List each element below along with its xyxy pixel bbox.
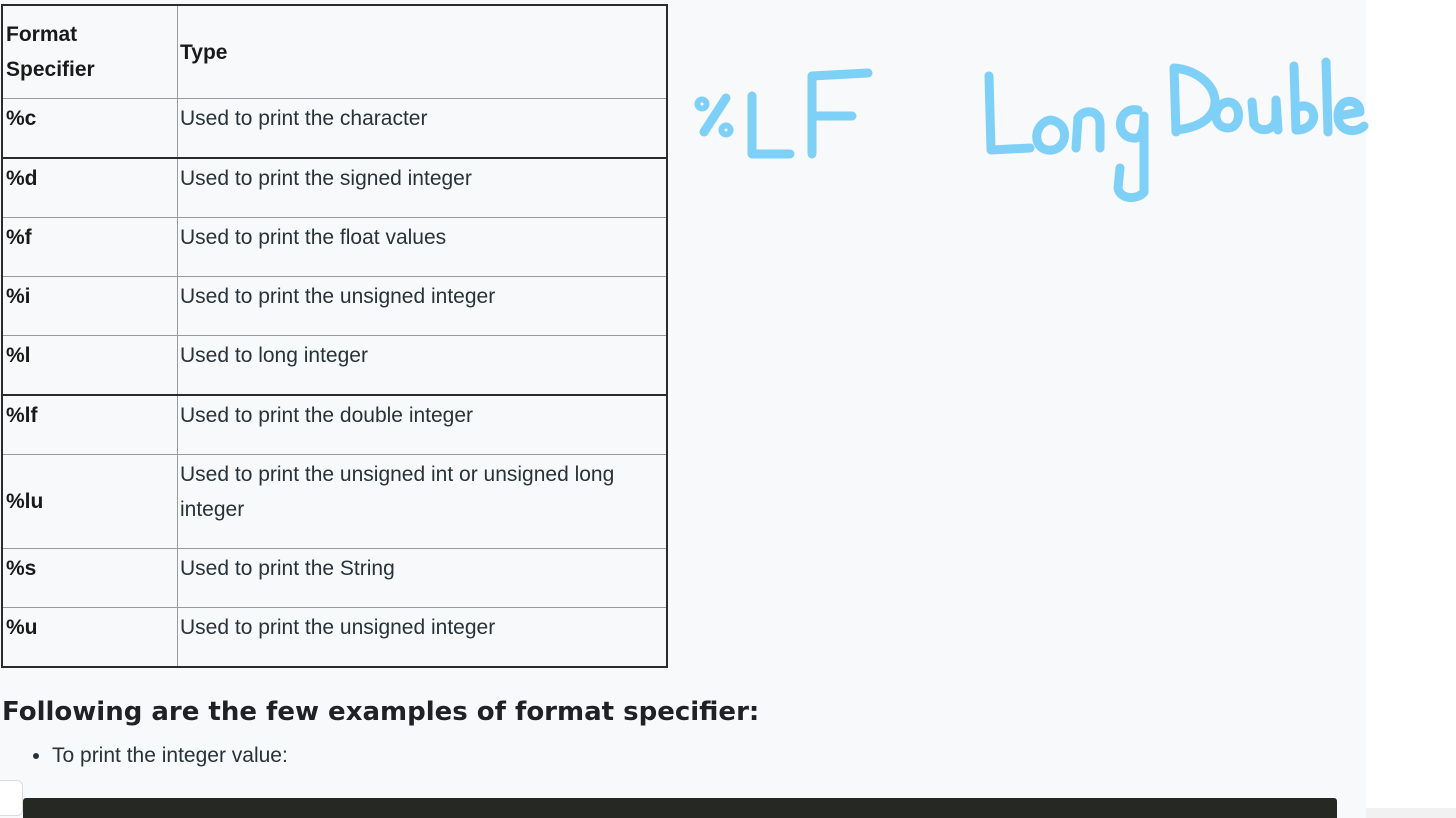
- letter-u: [1247, 95, 1283, 135]
- table-row: %lf Used to print the double integer: [1, 394, 668, 455]
- letter-o: [1032, 115, 1069, 155]
- letter-L-long: [984, 71, 1035, 155]
- table-header-row: Format Specifier Type: [1, 4, 668, 99]
- letter-F: [807, 68, 873, 159]
- type-cell: Used to print the double integer: [177, 394, 668, 455]
- type-cell: Used to print the character: [177, 98, 668, 159]
- list-item: To print the integer value:: [52, 744, 288, 768]
- spec-cell: %i: [1, 276, 178, 336]
- header-specifier-line: Specifier: [6, 58, 95, 81]
- spec-cell: %lf: [1, 394, 178, 455]
- header-format-line: Format: [6, 23, 78, 46]
- percent-dot-bottom: [718, 122, 734, 138]
- format-specifier-table: Format Specifier Type %c Used to print t…: [1, 4, 668, 668]
- letter-o-2: [1211, 97, 1243, 133]
- letter-L: [747, 91, 795, 159]
- letter-b: [1289, 61, 1319, 135]
- type-cell: Used to long integer: [177, 335, 668, 396]
- letter-e: [1333, 96, 1369, 136]
- examples-heading: Following are the few examples of format…: [2, 697, 760, 727]
- table-row: %f Used to print the float values: [1, 217, 668, 277]
- table-row: %u Used to print the unsigned integer: [1, 607, 668, 668]
- table-row: %lu Used to print the unsigned int or un…: [1, 454, 668, 549]
- code-block: [23, 798, 1337, 818]
- header-format-specifier: Format Specifier: [1, 4, 178, 99]
- letter-l: [1321, 57, 1333, 137]
- spec-cell: %s: [1, 548, 178, 608]
- type-cell: Used to print the float values: [177, 217, 668, 277]
- examples-list: To print the integer value:: [22, 744, 288, 768]
- percent-dot-top: [694, 96, 710, 112]
- table-row: %c Used to print the character: [1, 98, 668, 159]
- type-cell: Used to print the signed integer: [177, 157, 668, 218]
- scrollbar-track: [1366, 808, 1456, 818]
- handwriting-drawing: [694, 57, 1369, 202]
- type-cell: Used to print the unsigned integer: [177, 607, 668, 668]
- header-type: Type: [177, 4, 668, 99]
- letter-n: [1071, 107, 1105, 153]
- spec-cell: %f: [1, 217, 178, 277]
- spec-cell: %d: [1, 157, 178, 218]
- type-cell: Used to print the unsigned int or unsign…: [177, 454, 668, 549]
- letter-g: [1113, 105, 1149, 202]
- side-tab-handle[interactable]: [0, 780, 23, 816]
- letter-D: [1169, 63, 1220, 137]
- table-row: %d Used to print the signed integer: [1, 157, 668, 218]
- handwritten-annotation: %LF Long Double: [680, 40, 1370, 215]
- spec-cell: %c: [1, 98, 178, 159]
- spec-cell: %l: [1, 335, 178, 396]
- table-row: %s Used to print the String: [1, 548, 668, 608]
- table-row: %i Used to print the unsigned integer: [1, 276, 668, 336]
- spec-cell: %lu: [1, 454, 178, 549]
- type-cell: Used to print the unsigned integer: [177, 276, 668, 336]
- spec-cell: %u: [1, 607, 178, 668]
- type-cell: Used to print the String: [177, 548, 668, 608]
- table-row: %l Used to long integer: [1, 335, 668, 396]
